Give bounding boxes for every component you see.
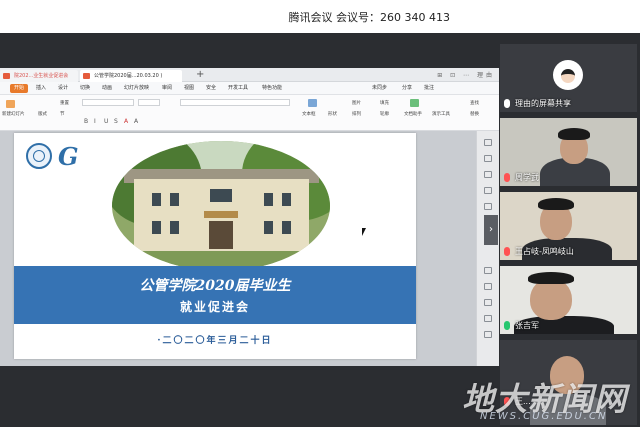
mic-muted-icon (504, 173, 510, 182)
presentation-file-icon (83, 73, 90, 79)
news-watermark-url: NEWS.CUG.EDU.CN (480, 411, 608, 422)
doc-assistant-button[interactable]: 文档助手 (404, 111, 422, 117)
sync-status[interactable]: 未同步 (372, 84, 387, 93)
menu-insert[interactable]: 插入 (36, 84, 46, 93)
menu-animation[interactable]: 动画 (102, 84, 112, 93)
presentation-file-icon (3, 73, 10, 79)
font-size-field[interactable] (138, 99, 160, 106)
menu-security[interactable]: 安全 (206, 84, 216, 93)
panel-tool-icon[interactable] (484, 171, 492, 178)
section-button[interactable]: 节 (60, 111, 65, 117)
replace-button[interactable]: 替换 (470, 111, 479, 117)
campus-building-photo (112, 141, 330, 271)
panel-tool-icon[interactable] (484, 139, 492, 146)
participant-name: 王占岐-凤鸣岐山 (504, 246, 574, 257)
window-controls[interactable]: ⊞ ⊡ ⋯ 理由 (437, 70, 495, 79)
mouse-cursor-icon (362, 228, 368, 236)
document-tab-2[interactable]: 公管学院2020届...20.03.20 ) (80, 70, 182, 82)
slide-date: ·二〇二〇年三月二十日 (157, 336, 273, 346)
mic-active-icon (504, 321, 510, 330)
outline-button[interactable]: 轮廓 (380, 111, 389, 117)
font-shade-button[interactable]: A (134, 118, 138, 125)
participant-tile[interactable]: 王占岐-凤鸣岐山 (500, 192, 637, 262)
participant-tile[interactable]: 周学武 (500, 118, 637, 188)
slide-subtitle: 就业促进会 (179, 300, 250, 314)
mic-muted-icon (504, 247, 510, 256)
fill-button[interactable]: 填充 (380, 100, 389, 106)
participant-name: 张吉军 (504, 320, 539, 331)
side-tool-panel (476, 131, 499, 366)
menu-special[interactable]: 特色功能 (262, 84, 282, 93)
bold-button[interactable]: B (84, 118, 88, 125)
new-slide-icon (6, 100, 15, 108)
shape-button[interactable]: 形状 (328, 111, 337, 117)
doc-assistant-icon (410, 99, 419, 107)
participant-name: 周学武 (504, 172, 539, 183)
layout-button[interactable]: 版式 (38, 111, 47, 117)
panel-tool-icon[interactable] (484, 315, 492, 322)
tencent-meeting-window: 腾讯会议 会议号：260 340 413 院202...业生就业促进会 公管学院… (0, 0, 640, 427)
panel-tool-icon[interactable] (484, 203, 492, 210)
panel-tool-icon[interactable] (484, 299, 492, 306)
menu-transition[interactable]: 切换 (80, 84, 90, 93)
participant-list: 理由的屏幕共享 周学武 王占岐-凤鸣岐山 张吉军 王... (500, 44, 638, 427)
share-button[interactable]: 分享 (402, 84, 412, 93)
picture-button[interactable]: 图片 (352, 100, 361, 106)
present-tool-button[interactable]: 演示工具 (432, 111, 450, 117)
ribbon-menu-bar: 开始 插入 设计 切换 动画 幻灯片放映 审阅 视图 安全 开发工具 特色功能 … (0, 82, 499, 95)
meeting-id-label: 腾讯会议 会议号：260 340 413 (288, 11, 450, 24)
screen-share-icon (504, 99, 510, 108)
panel-tool-icon[interactable] (484, 283, 492, 290)
slide-title-banner: 公管学院2020届毕业生 就业促进会 (14, 266, 416, 324)
find-button[interactable]: 查找 (470, 100, 479, 106)
panel-tool-icon[interactable] (484, 187, 492, 194)
font-color-button[interactable]: A (124, 118, 128, 125)
panel-tool-icon[interactable] (484, 331, 492, 338)
menu-slideshow[interactable]: 幻灯片放映 (124, 84, 149, 93)
participant-tile[interactable]: 理由的屏幕共享 (500, 44, 637, 114)
school-logo: G (58, 142, 79, 171)
reset-button[interactable]: 重置 (60, 100, 69, 106)
panel-tool-icon[interactable] (484, 267, 492, 274)
document-tab-1-label: 院202...业生就业促进会 (14, 73, 69, 79)
window-controls-glyphs: ⊞ ⊡ ⋯ (437, 72, 473, 79)
participant-name: 理由的屏幕共享 (504, 98, 571, 109)
document-tab-bar: 院202...业生就业促进会 公管学院2020届...20.03.20 ) + … (0, 68, 499, 82)
presentation-slide: G 公管学院2020届毕业生 就业促进会 ·二〇二〇年三月二十日 (14, 133, 416, 359)
textbox-icon (308, 99, 317, 107)
slide-title: 公管学院2020届毕业生 (139, 278, 291, 294)
ribbon-toolbar: 新建幻灯片 版式 重置 节 B I U S A A 文本框 形状 图片 排列 填… (0, 95, 499, 131)
paragraph-tools[interactable] (180, 99, 290, 106)
menu-dev-tools[interactable]: 开发工具 (228, 84, 248, 93)
collapse-panel-button[interactable]: › (484, 215, 498, 245)
new-tab-button[interactable]: + (196, 68, 204, 82)
document-tab-1[interactable]: 院202...业生就业促进会 (0, 70, 78, 82)
menu-design[interactable]: 设计 (58, 84, 68, 93)
font-name-field[interactable] (82, 99, 134, 106)
document-tab-2-label: 公管学院2020届...20.03.20 ) (94, 73, 163, 79)
menu-start[interactable]: 开始 (10, 84, 29, 93)
user-label: 理由 (476, 72, 495, 79)
meeting-header: 腾讯会议 会议号：260 340 413 (0, 0, 640, 33)
italic-button[interactable]: I (94, 118, 96, 125)
avatar (553, 60, 583, 90)
strike-button[interactable]: S (114, 118, 118, 125)
underline-button[interactable]: U (104, 118, 108, 125)
menu-view[interactable]: 视图 (184, 84, 194, 93)
university-emblem-icon (26, 143, 52, 169)
new-slide-button[interactable]: 新建幻灯片 (2, 111, 25, 117)
menu-review[interactable]: 审阅 (162, 84, 172, 93)
arrange-button[interactable]: 排列 (352, 111, 361, 117)
comment-button[interactable]: 批注 (424, 84, 434, 93)
panel-tool-icon[interactable] (484, 155, 492, 162)
participant-tile[interactable]: 张吉军 (500, 266, 637, 336)
textbox-button[interactable]: 文本框 (302, 111, 316, 117)
